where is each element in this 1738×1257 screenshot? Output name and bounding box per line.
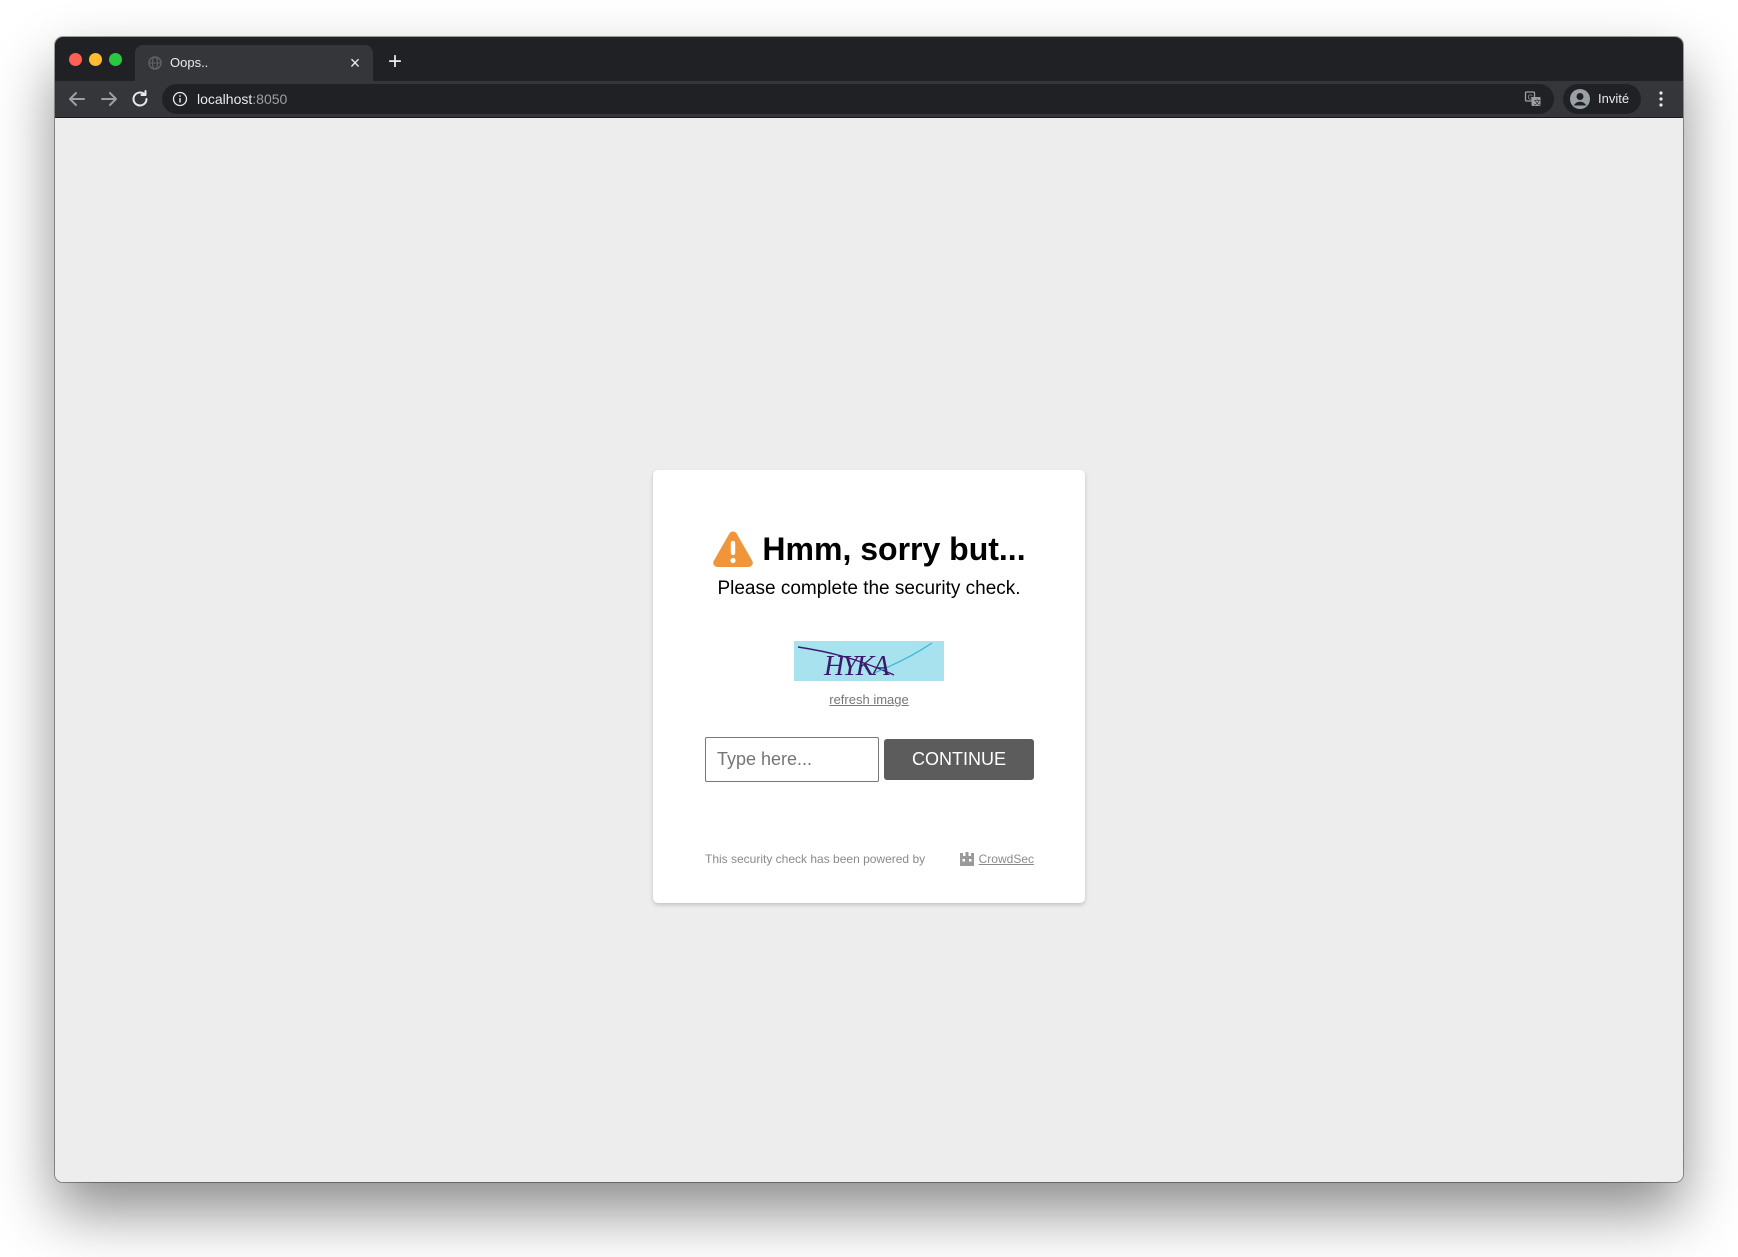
profile-button[interactable]: Invité [1563,84,1641,114]
url-port: :8050 [252,91,288,107]
avatar-icon [1570,89,1590,109]
svg-text:G: G [1528,94,1533,101]
captcha-form: CONTINUE [705,737,1034,782]
browser-toolbar: localhost:8050 G 文 Invité [55,81,1683,118]
close-tab-icon[interactable]: × [345,53,365,73]
footer: This security check has been powered by … [705,851,1034,867]
title-bar: Oops.. × + [55,37,1683,81]
captcha-image: HYKA [794,641,944,681]
more-menu-icon[interactable] [1653,89,1669,109]
crowdsec-link-text: CrowdSec [978,852,1034,866]
page-viewport: Hmm, sorry but... Please complete the se… [55,118,1683,1182]
heading-text: Hmm, sorry but... [762,530,1026,567]
forward-arrow-icon[interactable] [97,87,121,111]
tab-title: Oops.. [170,55,209,70]
back-arrow-icon[interactable] [65,87,89,111]
refresh-image-link[interactable]: refresh image [653,692,1085,707]
new-tab-button[interactable]: + [382,49,408,75]
url-text: localhost:8050 [197,91,287,107]
captcha-input[interactable] [705,737,879,782]
powered-by-text: This security check has been powered by [705,852,926,866]
crowdsec-link[interactable]: CrowdSec [959,851,1034,867]
subtitle: Please complete the security check. [717,578,1021,599]
info-icon[interactable] [172,91,188,107]
browser-window: Oops.. × + localhost:8050 G 文 Invité Hmm… [55,37,1683,1182]
captcha-card: Hmm, sorry but... Please complete the se… [653,470,1085,903]
window-close-button[interactable] [69,53,82,66]
reload-icon[interactable] [128,87,152,111]
continue-button[interactable]: CONTINUE [884,739,1034,780]
page-title: Hmm, sorry but... [653,530,1085,568]
svg-text:文: 文 [1534,98,1541,107]
address-bar[interactable]: localhost:8050 G 文 [162,84,1554,114]
warning-icon [713,531,754,567]
translate-icon[interactable]: G 文 [1524,90,1542,108]
window-minimize-button[interactable] [89,53,102,66]
globe-icon [148,56,162,70]
profile-label: Invité [1598,91,1630,106]
window-maximize-button[interactable] [109,53,122,66]
url-host: localhost [197,91,253,107]
captcha-text: HYKA [823,651,890,681]
crowdsec-logo-icon [959,852,974,866]
browser-tab[interactable]: Oops.. × [135,45,373,81]
